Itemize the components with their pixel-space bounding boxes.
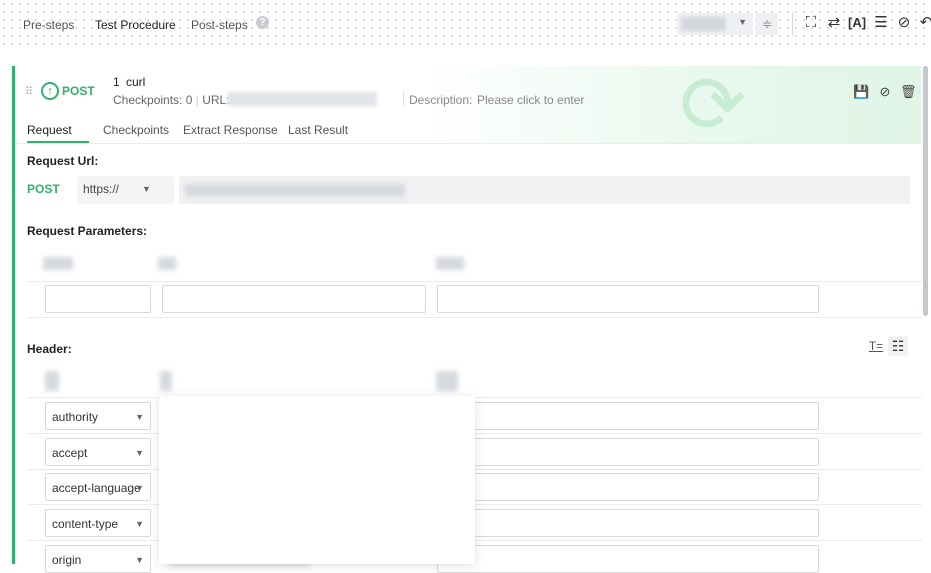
url-value-redacted [185, 184, 405, 197]
tab-checkpoints[interactable]: Checkpoints [103, 123, 169, 137]
save-icon[interactable]: 💾 [853, 84, 869, 100]
header-column-header-redacted [436, 371, 458, 391]
header-name-select[interactable]: accept ▼ [45, 438, 151, 466]
tab-request[interactable]: Request [27, 123, 72, 137]
header-name-select[interactable]: accept-language ▼ [45, 473, 151, 501]
description-label: Description: [409, 93, 473, 107]
tab-post-steps[interactable]: Post-steps [191, 18, 248, 32]
undo-icon[interactable]: ↶ [917, 14, 931, 32]
tab-extract-response[interactable]: Extract Response [183, 123, 278, 137]
param-column-header-redacted [43, 257, 73, 270]
header-description-input[interactable] [437, 438, 819, 466]
request-parameters-title: Request Parameters: [27, 224, 148, 238]
text-icon[interactable]: [A] [848, 14, 866, 32]
param-column-header-redacted [158, 257, 176, 270]
divider [792, 12, 793, 36]
step-url-redacted [227, 92, 377, 106]
method-badge: ↑ POST [41, 82, 95, 100]
description-input[interactable]: Please click to enter [477, 93, 584, 107]
tab-test-procedure[interactable]: Test Procedure [95, 18, 176, 32]
header-name-select[interactable]: authority ▼ [45, 402, 151, 430]
checkpoints-summary: Checkpoints: 0 | URL: [113, 93, 230, 107]
step-number: 1 [113, 75, 120, 89]
filter-icon[interactable]: ≑ [756, 13, 778, 35]
divider [15, 143, 921, 144]
chevron-down-icon: ▼ [135, 448, 144, 458]
swap-icon[interactable]: ⇄ [825, 14, 843, 32]
header-description-input[interactable] [437, 473, 819, 501]
param-name-input[interactable] [45, 285, 151, 313]
divider [403, 92, 404, 106]
url-input[interactable] [179, 176, 910, 204]
header-column-header-redacted [45, 371, 59, 391]
chevron-down-icon: ▼ [738, 17, 747, 27]
param-value-input[interactable] [162, 285, 426, 313]
delete-icon[interactable]: 🗑 [900, 84, 917, 100]
header-column-header-redacted [160, 371, 172, 391]
drag-handle-icon[interactable]: ⠿ [25, 85, 33, 98]
chevron-down-icon: ▼ [135, 519, 144, 529]
top-bar: Pre-steps Test Procedure Post-steps ? ▼ … [0, 0, 931, 50]
expand-icon[interactable]: ⛶ [802, 14, 820, 32]
param-description-input[interactable] [437, 285, 819, 313]
tab-last-result[interactable]: Last Result [288, 123, 348, 137]
help-icon[interactable]: ? [256, 16, 269, 29]
header-description-input[interactable] [437, 509, 819, 537]
header-description-input[interactable] [437, 545, 819, 573]
header-name-select[interactable]: content-type ▼ [45, 509, 151, 537]
step-name[interactable]: curl [126, 75, 145, 89]
chevron-down-icon: ▼ [142, 184, 151, 194]
environment-value-redacted [681, 17, 726, 31]
api-watermark-icon: ⟳ [679, 66, 747, 144]
text-mode-icon[interactable]: T= [866, 336, 886, 356]
request-url-title: Request Url: [27, 154, 99, 168]
header-name-select[interactable]: origin ▼ [45, 545, 151, 573]
chevron-down-icon: ▼ [135, 412, 144, 422]
environment-select[interactable]: ▼ [677, 13, 753, 35]
scheme-value: https:// [83, 182, 120, 196]
api-icon: ↑ [41, 82, 59, 100]
disable-icon[interactable]: ⊘ [877, 84, 893, 100]
vertical-scrollbar[interactable] [923, 66, 928, 316]
suggestion-dropdown [159, 396, 475, 564]
divider [27, 281, 922, 282]
step-card-header[interactable]: ⟳ ⠿ ↑ POST 1 curl Checkpoints: 0 | URL: … [15, 66, 921, 144]
list-mode-icon[interactable]: ☷ [888, 336, 908, 356]
list-icon[interactable]: ☰ [872, 14, 890, 32]
header-description-input[interactable] [437, 402, 819, 430]
method-select[interactable]: POST [27, 182, 60, 196]
param-column-header-redacted [436, 257, 464, 270]
chevron-down-icon: ▼ [135, 483, 144, 493]
tab-pre-steps[interactable]: Pre-steps [23, 18, 74, 32]
divider [27, 317, 922, 318]
header-title: Header: [27, 342, 72, 356]
disable-icon[interactable]: ⊘ [895, 14, 913, 32]
